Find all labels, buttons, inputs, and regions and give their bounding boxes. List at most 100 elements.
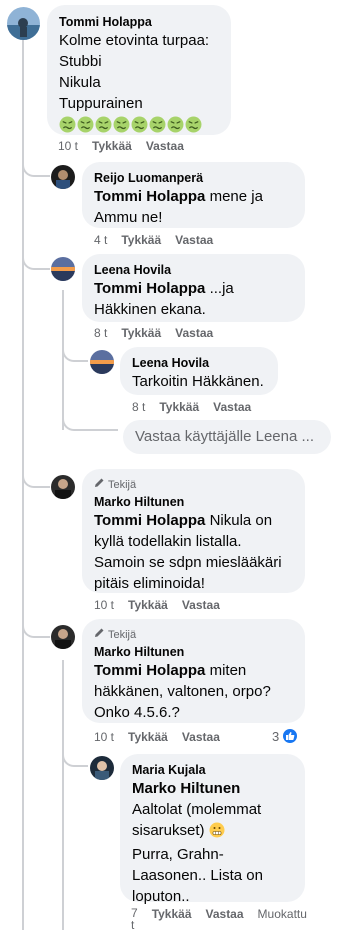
comment-actions: 4 t Tykkää Vastaa — [94, 232, 213, 248]
like-button[interactable]: Tykkää — [128, 597, 168, 613]
comment-time[interactable]: 10 t — [58, 138, 78, 154]
comment-actions: 8 t Tykkää Vastaa — [132, 399, 251, 415]
comment-text: Tommi Holappa miten — [94, 662, 247, 679]
reply-button[interactable]: Vastaa — [182, 729, 220, 745]
comment-time[interactable]: 4 t — [94, 232, 107, 248]
nauseated-face-emoji — [185, 116, 202, 133]
thread-connector — [22, 608, 50, 638]
nauseated-face-emoji — [167, 116, 184, 133]
comment-time[interactable]: 8 t — [94, 325, 107, 341]
mention-link[interactable]: Tommi Holappa — [94, 280, 205, 297]
comment-bubble: Tekijä Marko Hiltunen Tommi Holappa Niku… — [82, 469, 305, 593]
nauseated-face-emoji — [95, 116, 112, 133]
mention-link[interactable]: Tommi Holappa — [94, 188, 205, 205]
comment-line: Stubbi — [59, 53, 102, 70]
nauseated-face-emoji — [149, 116, 166, 133]
thread-connector — [62, 338, 88, 362]
comment-actions: 10 t Tykkää Vastaa — [94, 729, 220, 745]
comment-bubble: Tommi Holappa Kolme etovinta turpaa: Stu… — [47, 5, 231, 135]
comment-bubble: Leena Hovila Tarkoitin Häkkänen. — [120, 347, 278, 395]
reaction-count-text: 3 — [272, 728, 280, 744]
comment-line: loputon.. — [132, 888, 190, 905]
comment-actions: 10 t Tykkää Vastaa — [94, 597, 220, 613]
like-button[interactable]: Tykkää — [152, 906, 192, 930]
comment-line: Laasonen.. Lista on — [132, 867, 263, 884]
pencil-icon — [94, 477, 105, 492]
comment-bubble: Maria Kujala Marko Hiltunen Aaltolat (mo… — [120, 754, 305, 905]
nauseated-face-emoji — [77, 116, 94, 133]
avatar[interactable] — [90, 756, 114, 780]
comment-line: Tuppurainen — [59, 95, 143, 112]
pencil-icon — [94, 627, 105, 642]
comment-author[interactable]: Marko Hiltunen — [94, 644, 293, 660]
comment-author[interactable]: Reijo Luomanperä — [94, 170, 293, 186]
reply-input[interactable]: Vastaa käyttäjälle Leena ... — [123, 420, 331, 454]
thread-connector — [62, 405, 118, 431]
comment-time[interactable]: 10 t — [94, 729, 114, 745]
comment-actions: 8 t Tykkää Vastaa — [94, 325, 213, 341]
comment-author[interactable]: Leena Hovila — [94, 262, 293, 278]
author-badge: Tekijä — [94, 477, 293, 492]
reaction-count[interactable]: 3 — [272, 727, 300, 745]
comment-line: Onko 4.5.6.? — [94, 704, 180, 721]
avatar[interactable] — [51, 165, 75, 189]
reply-button[interactable]: Vastaa — [213, 399, 251, 415]
like-button[interactable]: Tykkää — [128, 729, 168, 745]
comment-author[interactable]: Marko Hiltunen — [94, 494, 293, 510]
comment-line: häkkänen, valtonen, orpo? — [94, 683, 271, 700]
avatar[interactable] — [51, 257, 75, 281]
avatar[interactable] — [90, 350, 114, 374]
comment-line: kyllä todellakin listalla. — [94, 533, 242, 550]
comment-text: Häkkinen ekana. — [94, 301, 206, 318]
avatar[interactable] — [7, 7, 40, 40]
reply-button[interactable]: Vastaa — [175, 232, 213, 248]
comment-line: Aaltolat (molemmat — [132, 801, 262, 818]
comment-line: Kolme etovinta turpaa: — [59, 32, 210, 49]
mention-link[interactable]: Marko Hiltunen — [132, 778, 293, 799]
avatar[interactable] — [51, 475, 75, 499]
thread-connector — [62, 745, 88, 767]
comment-author[interactable]: Maria Kujala — [132, 762, 293, 778]
comment-time[interactable]: 10 t — [94, 597, 114, 613]
comment-author[interactable]: Leena Hovila — [132, 355, 266, 371]
reply-button[interactable]: Vastaa — [182, 597, 220, 613]
mention-link[interactable]: Tommi Holappa — [94, 512, 205, 529]
thread-connector — [22, 238, 50, 270]
avatar[interactable] — [51, 625, 75, 649]
reply-button[interactable]: Vastaa — [175, 325, 213, 341]
comment-actions: 7 t Tykkää Vastaa Muokattu — [131, 906, 307, 930]
comment-text: Tommi Holappa mene ja — [94, 188, 263, 205]
nauseated-face-emoji — [113, 116, 130, 133]
thread-connector — [22, 458, 50, 488]
comment-actions: 10 t Tykkää Vastaa — [58, 138, 184, 154]
nauseated-face-emoji — [59, 116, 76, 133]
comment-bubble: Tekijä Marko Hiltunen Tommi Holappa mite… — [82, 619, 305, 723]
reply-button[interactable]: Vastaa — [146, 138, 184, 154]
comment-time[interactable]: 7 t — [131, 906, 138, 930]
comment-line: Nikula — [59, 74, 101, 91]
comment-bubble: Reijo Luomanperä Tommi Holappa mene ja A… — [82, 162, 305, 228]
reply-button[interactable]: Vastaa — [206, 906, 244, 930]
comment-text: Tarkoitin Häkkänen. — [132, 373, 264, 390]
comment-line: sisarukset) — [132, 820, 293, 844]
like-button[interactable]: Tykkää — [92, 138, 132, 154]
comment-text: Tommi Holappa Nikula on — [94, 512, 273, 529]
emoji-row — [59, 116, 219, 133]
like-button[interactable]: Tykkää — [159, 399, 199, 415]
like-button[interactable]: Tykkää — [121, 232, 161, 248]
comment-line: pitäis eliminoida! — [94, 575, 205, 592]
grimacing-face-emoji — [209, 822, 225, 844]
comment-time[interactable]: 8 t — [132, 399, 145, 415]
comment-line: Samoin se sdpn mieslääkäri — [94, 554, 282, 571]
comment-line: Purra, Grahn- — [132, 846, 224, 863]
comment-author[interactable]: Tommi Holappa — [59, 14, 219, 30]
nauseated-face-emoji — [131, 116, 148, 133]
like-button[interactable]: Tykkää — [121, 325, 161, 341]
mention-link[interactable]: Tommi Holappa — [94, 662, 205, 679]
thumbs-up-icon — [281, 727, 300, 745]
edited-label[interactable]: Muokattu — [258, 906, 307, 930]
comment-text: Ammu ne! — [94, 209, 163, 226]
author-badge: Tekijä — [94, 627, 293, 642]
thread-connector — [22, 145, 50, 177]
thread-line-main — [22, 40, 24, 930]
